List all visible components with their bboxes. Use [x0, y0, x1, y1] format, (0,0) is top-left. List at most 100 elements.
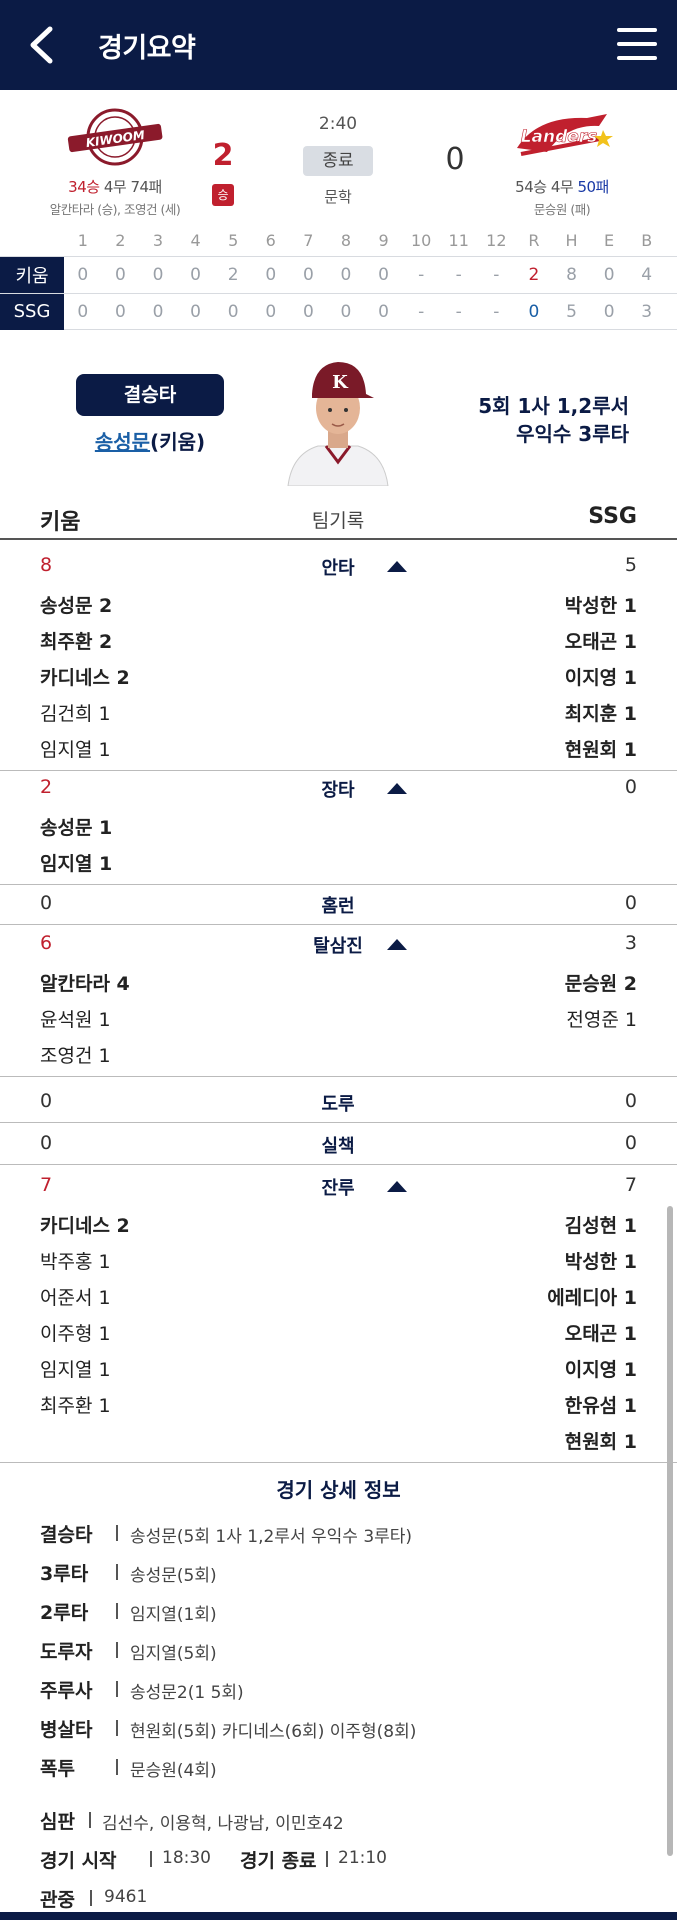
line-score-cell: 0: [603, 302, 615, 322]
right-player-stat[interactable]: 한유섬 1: [565, 1391, 637, 1418]
line-score-cell: 0: [114, 265, 126, 285]
category-title: 홈런: [321, 896, 355, 917]
left-player-stat[interactable]: 카디네스 2: [40, 1211, 130, 1238]
record-category: 0 실책 0: [0, 1122, 677, 1165]
line-score-cell: 0: [302, 302, 314, 322]
line-score-header-cell: 12: [486, 231, 507, 250]
line-score-cell: 5: [566, 302, 577, 322]
player-photo: K: [282, 350, 394, 486]
detail-value: 문승원(4회): [130, 1761, 217, 1781]
record-player-row: 임지열 1: [0, 844, 677, 880]
detail-label: 병살타: [40, 1719, 93, 1741]
detail-label: 주루사: [40, 1680, 93, 1702]
collapse-triangle-icon[interactable]: [387, 561, 407, 572]
back-button[interactable]: [18, 22, 64, 68]
record-player-row: 최주환 1 한유섬 1: [0, 1386, 677, 1422]
line-score-header-cell: 2: [115, 231, 126, 250]
left-player-stat[interactable]: 김건희 1: [40, 699, 111, 726]
left-player-stat[interactable]: 최주환 2: [40, 627, 112, 654]
right-player-stat[interactable]: 김성현 1: [565, 1211, 637, 1238]
home-team[interactable]: Landers 54승 4무 50패 문승원 (패): [467, 108, 657, 218]
record-category-header[interactable]: 2 장타 0: [0, 766, 677, 808]
collapse-triangle-icon[interactable]: [387, 1181, 407, 1192]
record-player-row: 조영건 1: [0, 1036, 677, 1072]
right-player-stat[interactable]: 현원회 1: [565, 735, 637, 762]
game-details-section: 경기 상세 정보 결승타 송성문(5회 1사 1,2루서 우익수 3루타) 3루타 송…: [0, 1462, 677, 1918]
stadium: 문학: [324, 188, 352, 206]
left-team-value: 7: [40, 1174, 53, 1196]
line-score-header-cell: 3: [152, 231, 164, 250]
left-player-stat[interactable]: 조영건 1: [40, 1041, 111, 1068]
line-score-cell: 8: [566, 265, 577, 285]
line-score-header-cell: 4: [190, 231, 201, 250]
detail-value: 송성문2(1 5회): [130, 1683, 244, 1703]
record-category-header: 0 도루 0: [0, 1080, 677, 1122]
decisive-hit-description: 5회 1사 1,2루서 우익수 3루타: [478, 394, 629, 446]
right-player-stat[interactable]: 이지영 1: [565, 1355, 637, 1382]
line-score-cell: 0: [152, 302, 164, 322]
collapse-triangle-icon[interactable]: [387, 939, 407, 950]
right-player-stat[interactable]: 전영준 1: [566, 1005, 637, 1032]
category-title: 도루: [321, 1094, 355, 1115]
right-player-stat[interactable]: 문승원 2: [565, 969, 637, 996]
hamburger-menu-icon[interactable]: [615, 24, 659, 64]
category-title: 장타: [321, 780, 355, 801]
decisive-hit-player[interactable]: 송성문(키움): [76, 426, 224, 455]
left-player-stat[interactable]: 송성문 1: [40, 813, 112, 840]
record-player-row: 카디네스 2 이지영 1: [0, 658, 677, 694]
record-player-row: 임지열 1 현원회 1: [0, 730, 677, 766]
right-team-value: 0: [624, 1132, 637, 1154]
detail-label: 3루타: [40, 1563, 89, 1585]
right-team-value: 0: [624, 892, 637, 914]
left-player-stat[interactable]: 송성문 2: [40, 591, 112, 618]
left-player-stat[interactable]: 알칸타라 4: [40, 969, 130, 996]
left-player-stat[interactable]: 어준서 1: [40, 1283, 111, 1310]
left-player-stat[interactable]: 임지열 1: [40, 849, 112, 876]
line-score-table: 1 2 3 4 5 6 7 8 9 10 11 12 R H E B 키움 000020000---2804 …: [0, 226, 677, 330]
line-score-team-home: SSG: [0, 293, 64, 330]
record-category: 6 탈삼진 3 알칸타라 4 문승원 2 윤석원 1 전영준 1 조영건 1: [0, 922, 677, 1077]
right-player-stat[interactable]: 오태곤 1: [565, 627, 637, 654]
detail-row: 3루타 송성문(5회): [0, 1553, 677, 1592]
left-player-stat[interactable]: 박주홍 1: [40, 1247, 111, 1274]
detail-row: 병살타 현원회(5회) 카디네스(6회) 이주형(8회): [0, 1709, 677, 1748]
left-player-stat[interactable]: 카디네스 2: [40, 663, 130, 690]
game-status-badge: 종료: [303, 146, 373, 176]
line-score-cell: -: [493, 265, 500, 285]
left-player-stat[interactable]: 이주형 1: [40, 1319, 111, 1346]
line-score-cell: 0: [77, 302, 89, 322]
right-player-stat[interactable]: 현원회 1: [565, 1427, 637, 1454]
line-score-cell: 0: [378, 302, 389, 322]
ssg-landers-logo: Landers: [517, 114, 613, 156]
record-category: 8 안타 5 송성문 2 박성한 1 최주환 2 오태곤 1 카디네스 2 이지영 1 김건희 1…: [0, 544, 677, 771]
away-team[interactable]: KIWOOM 34승 4무 74패 알칸타라 (승), 조영건 (세): [20, 108, 210, 218]
player-name-link[interactable]: 송성문: [95, 430, 150, 454]
right-player-stat[interactable]: 에레디아 1: [547, 1283, 637, 1310]
record-category-header[interactable]: 6 탈삼진 3: [0, 922, 677, 964]
left-player-stat[interactable]: 임지열 1: [40, 1355, 111, 1382]
right-player-stat[interactable]: 오태곤 1: [565, 1319, 637, 1346]
collapse-triangle-icon[interactable]: [387, 783, 407, 794]
record-category-header[interactable]: 7 잔루 7: [0, 1164, 677, 1206]
left-player-stat[interactable]: 윤석원 1: [40, 1005, 111, 1032]
game-scoreboard: KIWOOM 34승 4무 74패 알칸타라 (승), 조영건 (세) 2 승 …: [0, 100, 677, 220]
detail-label: 도루자: [40, 1641, 93, 1663]
left-player-stat[interactable]: 임지열 1: [40, 735, 111, 762]
record-category-header[interactable]: 8 안타 5: [0, 544, 677, 586]
detail-label: 2루타: [40, 1602, 89, 1624]
right-team-value: 5: [624, 554, 637, 576]
category-title: 잔루: [321, 1178, 355, 1199]
line-score-header-cell: 11: [448, 231, 469, 250]
right-player-stat[interactable]: 이지영 1: [565, 663, 637, 690]
vertical-scrollbar[interactable]: [667, 1206, 673, 1856]
line-score-cell: 2: [227, 265, 239, 285]
home-score: 0: [445, 142, 465, 177]
right-player-stat[interactable]: 박성한 1: [565, 591, 637, 618]
line-score-cell: 0: [340, 302, 352, 322]
right-player-stat[interactable]: 최지훈 1: [565, 699, 637, 726]
line-score-header-cell: 8: [340, 231, 352, 250]
left-player-stat[interactable]: 최주환 1: [40, 1391, 111, 1418]
right-player-stat[interactable]: 박성한 1: [565, 1247, 637, 1274]
line-score-header-cell: 9: [378, 231, 389, 250]
line-score-cell: 0: [227, 302, 239, 322]
